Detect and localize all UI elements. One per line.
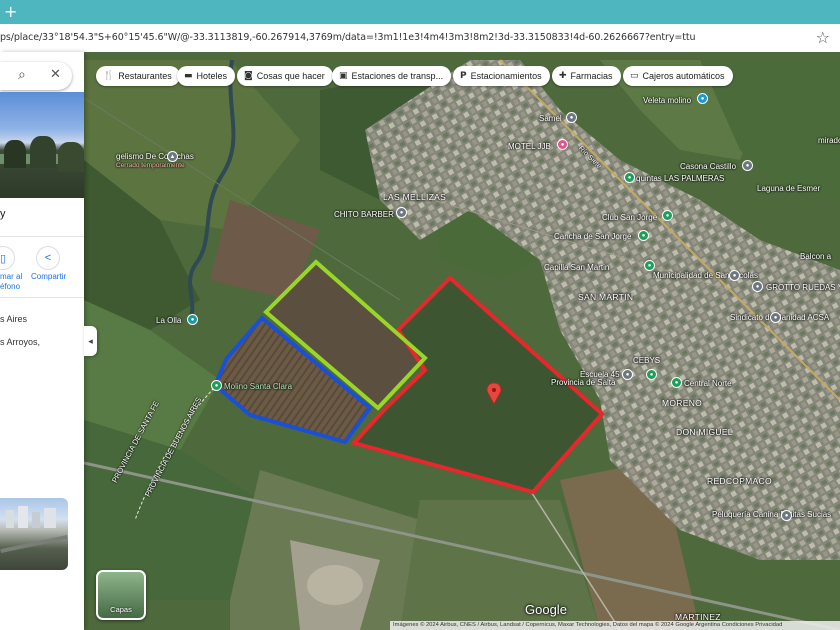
layers-button[interactable]: Capas bbox=[96, 570, 146, 620]
map-label-casona[interactable]: Casona Castillo bbox=[680, 162, 736, 171]
map-label-samel[interactable]: Samel bbox=[539, 114, 562, 123]
map-label-molino[interactable]: Molino Santa Clara bbox=[224, 382, 292, 391]
map-label-laguna[interactable]: Laguna de Esmer bbox=[757, 184, 820, 193]
chip-label: Estacionamientos bbox=[470, 71, 542, 81]
government-icon[interactable]: ● bbox=[729, 270, 740, 281]
call-button[interactable]: ▯ bbox=[0, 246, 15, 270]
map-label-evangelismo[interactable]: gelismo De Cosechas bbox=[116, 152, 194, 161]
chip-restaurantes[interactable]: 🍴 Restaurantes bbox=[96, 66, 180, 86]
street-view-thumbnail[interactable] bbox=[0, 498, 68, 570]
map-label-grotto[interactable]: GROTTO RUEDAS Y LLANTAS bbox=[766, 283, 840, 292]
park-icon[interactable]: ● bbox=[624, 172, 635, 183]
chip-hoteles[interactable]: ▬ Hoteles bbox=[177, 66, 236, 86]
call-label-line1[interactable]: mar al bbox=[0, 272, 22, 282]
chip-label: Cajeros automáticos bbox=[642, 71, 725, 81]
address-line1: s Aires bbox=[0, 314, 28, 324]
layers-label: Capas bbox=[110, 605, 132, 614]
park-icon[interactable]: ● bbox=[646, 369, 657, 380]
store-icon[interactable]: ● bbox=[781, 510, 792, 521]
map-label-san-jorge[interactable]: Club San Jorge bbox=[602, 213, 657, 222]
attraction-icon[interactable]: ● bbox=[697, 93, 708, 104]
satellite-map[interactable] bbox=[84, 52, 840, 630]
chip-estacionamientos[interactable]: P Estacionamientos bbox=[453, 66, 550, 86]
park-icon[interactable]: ● bbox=[211, 380, 222, 391]
camera-icon: ◙ bbox=[244, 71, 253, 81]
map-label-municipalidad[interactable]: Municipalidad de San Nicolás bbox=[653, 271, 758, 280]
atm-icon: ▭ bbox=[630, 71, 639, 81]
address-line2: s Arroyos, bbox=[0, 337, 41, 347]
sports-icon[interactable]: ● bbox=[662, 210, 673, 221]
map-label-mellizas: LAS MELLIZAS bbox=[383, 192, 447, 202]
share-label[interactable]: Compartir bbox=[31, 272, 66, 282]
chip-label: Hoteles bbox=[196, 71, 228, 81]
chip-label: Cosas que hacer bbox=[256, 71, 325, 81]
map-label-central-norte[interactable]: Central Norte bbox=[684, 379, 732, 388]
place-icon[interactable]: ● bbox=[770, 312, 781, 323]
map-label-evangelismo-status: Cerrado temporalmente bbox=[116, 162, 185, 169]
map-label-la-olla[interactable]: La Olla bbox=[156, 316, 181, 325]
chevron-left-icon: ◂ bbox=[88, 335, 93, 346]
quarry bbox=[307, 565, 363, 605]
map-label-capilla[interactable]: Capilla San Martin bbox=[544, 263, 609, 272]
map-label-don-miguel: DON MIGUEL bbox=[676, 427, 733, 437]
school-icon[interactable]: ● bbox=[622, 369, 633, 380]
address-bar[interactable]: ps/place/33°18'54.3"S+60°15'45.6"W/@-33.… bbox=[0, 24, 840, 53]
map-label-cancha[interactable]: Cancha de San Jorge bbox=[554, 232, 631, 241]
map-label-cebys[interactable]: CEBYS bbox=[633, 356, 660, 365]
hotel-icon: ▬ bbox=[184, 71, 193, 81]
map-label-veleta[interactable]: Veleta molino bbox=[643, 96, 691, 105]
url-text[interactable]: ps/place/33°18'54.3"S+60°15'45.6"W/@-33.… bbox=[0, 32, 696, 43]
chip-cosas-que-hacer[interactable]: ◙ Cosas que hacer bbox=[237, 66, 333, 86]
share-button[interactable]: < bbox=[36, 246, 60, 270]
chip-label: Estaciones de transp... bbox=[351, 71, 444, 81]
chip-label: Farmacias bbox=[570, 71, 613, 81]
map-attribution[interactable]: Imágenes © 2024 Airbus, CNES / Airbus, L… bbox=[390, 621, 840, 630]
transit-icon: ▣ bbox=[339, 71, 348, 81]
hotel-icon[interactable]: ● bbox=[557, 139, 568, 150]
map-label-motel[interactable]: MOTEL JJB bbox=[508, 142, 551, 151]
collapse-panel-button[interactable]: ◂ bbox=[84, 326, 97, 356]
search-box[interactable]: ⌕ ✕ bbox=[0, 62, 72, 90]
store-icon[interactable]: ● bbox=[752, 281, 763, 292]
plus-icon[interactable]: + bbox=[4, 2, 17, 22]
place-photo[interactable] bbox=[0, 92, 84, 198]
chip-label: Restaurantes bbox=[118, 71, 172, 81]
store-icon[interactable]: ● bbox=[396, 207, 407, 218]
pharmacy-icon: ✚ bbox=[559, 71, 567, 81]
map-label-san-martin: SAN MARTIN bbox=[578, 292, 634, 302]
place-side-panel: ⌕ ✕ y ▯ < mar al éfono Compartir s Aires… bbox=[0, 52, 84, 630]
close-icon[interactable]: ✕ bbox=[50, 67, 61, 82]
star-icon[interactable]: ☆ bbox=[816, 28, 830, 47]
sports-icon[interactable]: ● bbox=[638, 230, 649, 241]
map-label-provincia-salta[interactable]: Provincia de Salta bbox=[551, 378, 615, 387]
call-label-line2[interactable]: éfono bbox=[0, 282, 20, 292]
map-label-chito[interactable]: CHITO BARBER bbox=[334, 210, 394, 219]
share-icon: < bbox=[44, 252, 52, 264]
parking-icon: P bbox=[460, 71, 467, 81]
map-label-moreno: MORENO bbox=[662, 398, 703, 408]
search-icon[interactable]: ⌕ bbox=[18, 67, 26, 83]
place-icon[interactable]: ▲ bbox=[167, 151, 178, 162]
map-label-redcopmaco: REDCOPMACO bbox=[707, 476, 772, 486]
place-icon[interactable]: ● bbox=[742, 160, 753, 171]
chip-farmacias[interactable]: ✚ Farmacias bbox=[552, 66, 621, 86]
chip-estaciones[interactable]: ▣ Estaciones de transp... bbox=[332, 66, 452, 86]
map-label-mirador[interactable]: mirador d bbox=[818, 136, 840, 145]
park-icon[interactable]: ● bbox=[671, 377, 682, 388]
browser-tab-bar: + bbox=[0, 0, 840, 24]
place-title: y bbox=[0, 208, 6, 220]
store-icon[interactable]: ● bbox=[566, 112, 577, 123]
church-icon[interactable]: ● bbox=[644, 260, 655, 271]
google-logo: Google bbox=[525, 602, 567, 617]
restaurant-icon: 🍴 bbox=[103, 71, 115, 81]
divider bbox=[0, 297, 84, 298]
restaurant-icon[interactable]: ● bbox=[187, 314, 198, 325]
map-label-peluqueria[interactable]: Peluquería Canina Patitas Sucias bbox=[712, 510, 831, 519]
divider bbox=[0, 236, 84, 237]
chip-cajeros[interactable]: ▭ Cajeros automáticos bbox=[623, 66, 733, 86]
map-label-quintas[interactable]: quintas LAS PALMERAS bbox=[636, 174, 724, 183]
map-label-balcon[interactable]: Balcon a bbox=[800, 252, 831, 261]
phone-icon: ▯ bbox=[0, 252, 7, 265]
